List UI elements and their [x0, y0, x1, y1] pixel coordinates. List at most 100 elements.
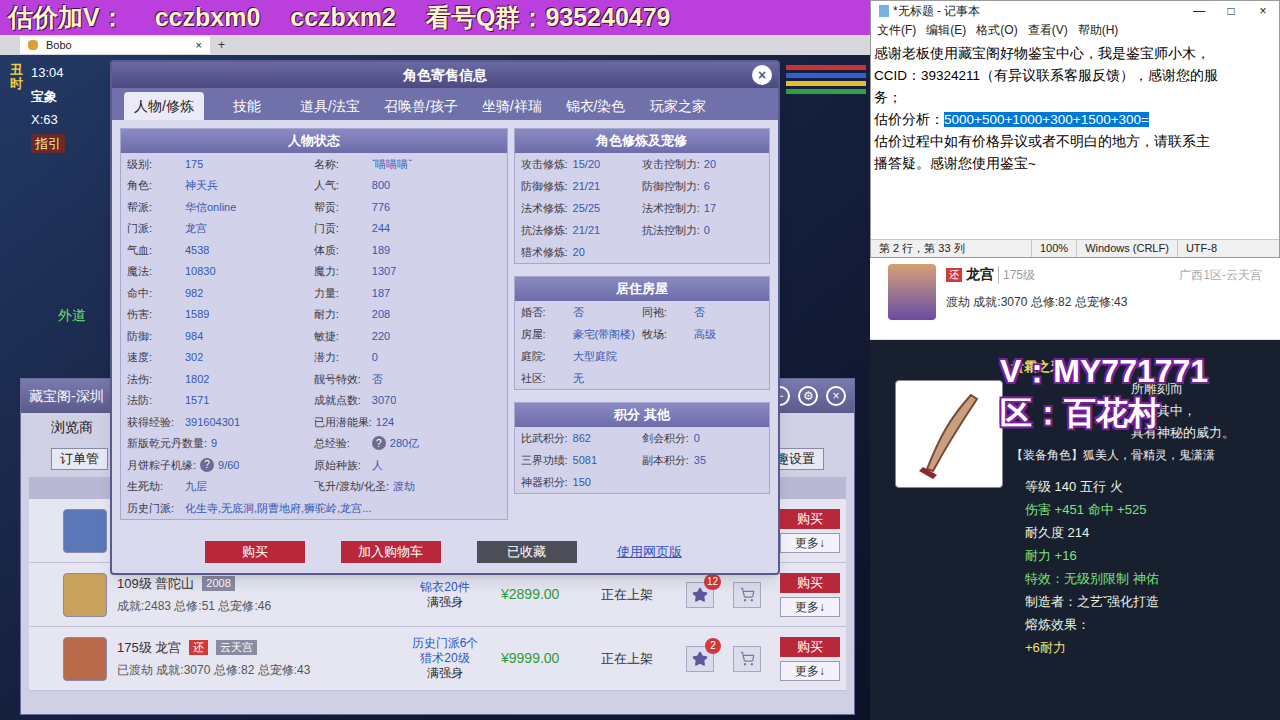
info-value: 渡劫 [393, 478, 415, 495]
text-segment: CCID：39324211（有异议联系客服反馈），感谢您的服 [874, 68, 1218, 83]
notepad-title: *无标题 - 记事本 [893, 2, 1183, 20]
menu-item[interactable]: 帮助(H) [1078, 21, 1119, 39]
info-cell: 新版乾元丹数量:9 [127, 435, 217, 452]
favorite-count: 2 [705, 638, 721, 654]
info-cell: 社区:无 [521, 370, 584, 387]
info-label: 新版乾元丹数量: [127, 435, 207, 452]
cart-button[interactable] [733, 646, 761, 672]
info-label: 力量: [314, 285, 368, 302]
dialog-tab[interactable]: 人物/修炼 [124, 92, 204, 120]
more-button[interactable]: 更多↓ [780, 533, 840, 553]
info-value: 无 [573, 370, 584, 387]
dialog-button[interactable]: 已收藏 [477, 541, 577, 563]
status-panel: 人物状态级别:175名称:ˇ喵喵喵ˇ角色:神天兵人气:800帮派:华信onlin… [120, 128, 508, 520]
window-control[interactable]: ⚙ [798, 386, 818, 406]
info-value: 1571 [185, 392, 209, 409]
favorite-button[interactable]: 2 [686, 646, 714, 672]
notepad-control[interactable]: × [1247, 2, 1279, 20]
info-value: 5081 [573, 452, 597, 469]
listing-row[interactable]: 175级 龙宫还云天宫已渡劫 成就:3070 总修:82 总宠修:43历史门派6… [29, 627, 846, 691]
dialog-close[interactable]: × [752, 65, 772, 85]
info-label: 三界功绩: [521, 452, 569, 469]
info-label: 房屋: [521, 326, 569, 343]
dialog-tab[interactable]: 召唤兽/孩子 [374, 92, 468, 120]
info-label: 速度: [127, 349, 181, 366]
notepad-menu: 文件(F) 编辑(E) 格式(O) 查看(V) 帮助(H) [871, 21, 1279, 39]
browser-tab[interactable]: Bobo× [20, 36, 210, 54]
buy-button[interactable]: 购买 [780, 637, 840, 657]
info-cell: 获得经验:391604301 [127, 414, 240, 431]
info-value: 龙宫 [185, 220, 207, 237]
seller-card[interactable]: 还龙宫175级广西1区-云天宫渡劫 成就:3070 总修:82 总宠修:43 [870, 258, 1280, 340]
tab-favicon-icon [28, 40, 38, 50]
info-value: 862 [573, 430, 591, 447]
dialog-button[interactable]: 加入购物车 [341, 541, 441, 563]
banner-text: cczbxm0 [155, 0, 261, 36]
buy-button[interactable]: 购买 [780, 509, 840, 529]
info-label: 比武积分: [521, 430, 569, 447]
listing-desc: 猎术20级 [420, 651, 469, 666]
info-cell: 角色:神天兵 [127, 177, 218, 194]
info-value: 大型庭院 [573, 348, 617, 365]
info-value: 否 [372, 371, 383, 388]
avatar [63, 637, 107, 681]
more-button[interactable]: 更多↓ [780, 597, 840, 617]
listing-title: 175级 龙宫 [117, 638, 181, 658]
orders-button[interactable]: 订单管 [51, 448, 108, 470]
info-section: 积分 其他比武积分:862剑会积分:0三界功绩:5081副本积分:35神器积分:… [514, 402, 770, 494]
new-tab[interactable]: + [214, 36, 229, 54]
window-control[interactable]: × [826, 386, 846, 406]
notepad-titlebar: *无标题 - 记事本—□× [871, 1, 1279, 21]
seller-school: 龙宫 [966, 264, 994, 285]
menu-item[interactable]: 格式(O) [976, 21, 1017, 39]
dialog-button[interactable]: 购买 [205, 541, 305, 563]
text-line: 估价分析：5000+500+1000+300+1500+300= [874, 109, 1276, 131]
dialog-tab[interactable]: 坐骑/祥瑞 [472, 92, 552, 120]
info-value: 20 [704, 156, 716, 173]
info-value: 九层 [185, 478, 207, 495]
listing-tag: 2008 [202, 576, 234, 591]
menu-item[interactable]: 编辑(E) [926, 21, 966, 39]
info-cell: 魔法:10830 [127, 263, 216, 280]
more-button[interactable]: 更多↓ [780, 661, 840, 681]
info-cell: 力量:187 [314, 285, 390, 302]
info-label: 历史门派: [127, 500, 181, 517]
cart-button[interactable] [733, 582, 761, 608]
tab-close[interactable]: × [196, 37, 202, 54]
blade-icon [909, 389, 989, 479]
listing-title: 109级 普陀山 [117, 574, 194, 594]
hud-time: 13:04 [31, 63, 65, 83]
menu-item[interactable]: 文件(F) [877, 21, 916, 39]
info-value: 9 [211, 435, 217, 452]
info-cell: 抗法控制力:0 [642, 222, 710, 239]
seller-level: 175级 [998, 266, 1035, 284]
watermark-text: V：MY771771 [1000, 352, 1208, 390]
notepad-control[interactable]: □ [1215, 2, 1247, 20]
buy-button[interactable]: 购买 [780, 573, 840, 593]
notepad-text[interactable]: 感谢老板使用藏宝阁好物鉴宝中心，我是鉴宝师小木，CCID：39324211（有异… [871, 39, 1279, 239]
info-label: 成就点数: [314, 392, 368, 409]
info-cell: 伤害:1589 [127, 306, 209, 323]
notepad-control[interactable]: — [1183, 2, 1215, 20]
help-icon[interactable]: ? [200, 458, 214, 472]
info-cell: 魔力:1307 [314, 263, 396, 280]
hud-guide[interactable]: 指引 [31, 134, 65, 154]
hud-npc: 外道 [58, 305, 86, 326]
dialog-tab[interactable]: 玩家之家 [639, 92, 717, 120]
dialog-tab[interactable]: 锦衣/染色 [556, 92, 636, 120]
menu-item[interactable]: 查看(V) [1028, 21, 1068, 39]
dialog-tab[interactable]: 道具/法宝 [290, 92, 370, 120]
info-value: 280亿 [390, 435, 419, 452]
info-value: 否 [573, 304, 584, 321]
banner-text: cczbxm2 [290, 0, 396, 36]
info-label: 防御修炼: [521, 178, 569, 195]
browse-tab[interactable]: 浏览商 [51, 417, 93, 438]
dialog-tab[interactable]: 技能 [208, 92, 286, 120]
favorite-button[interactable]: 12 [686, 582, 714, 608]
info-label: 潜力: [314, 349, 368, 366]
text-segment: 播答疑。感谢您使用鉴宝~ [874, 156, 1036, 171]
dialog-button[interactable]: 使用网页版 [613, 542, 686, 562]
info-cell: 级别:175 [127, 156, 203, 173]
info-value: 0 [704, 222, 710, 239]
help-icon[interactable]: ? [372, 436, 386, 450]
